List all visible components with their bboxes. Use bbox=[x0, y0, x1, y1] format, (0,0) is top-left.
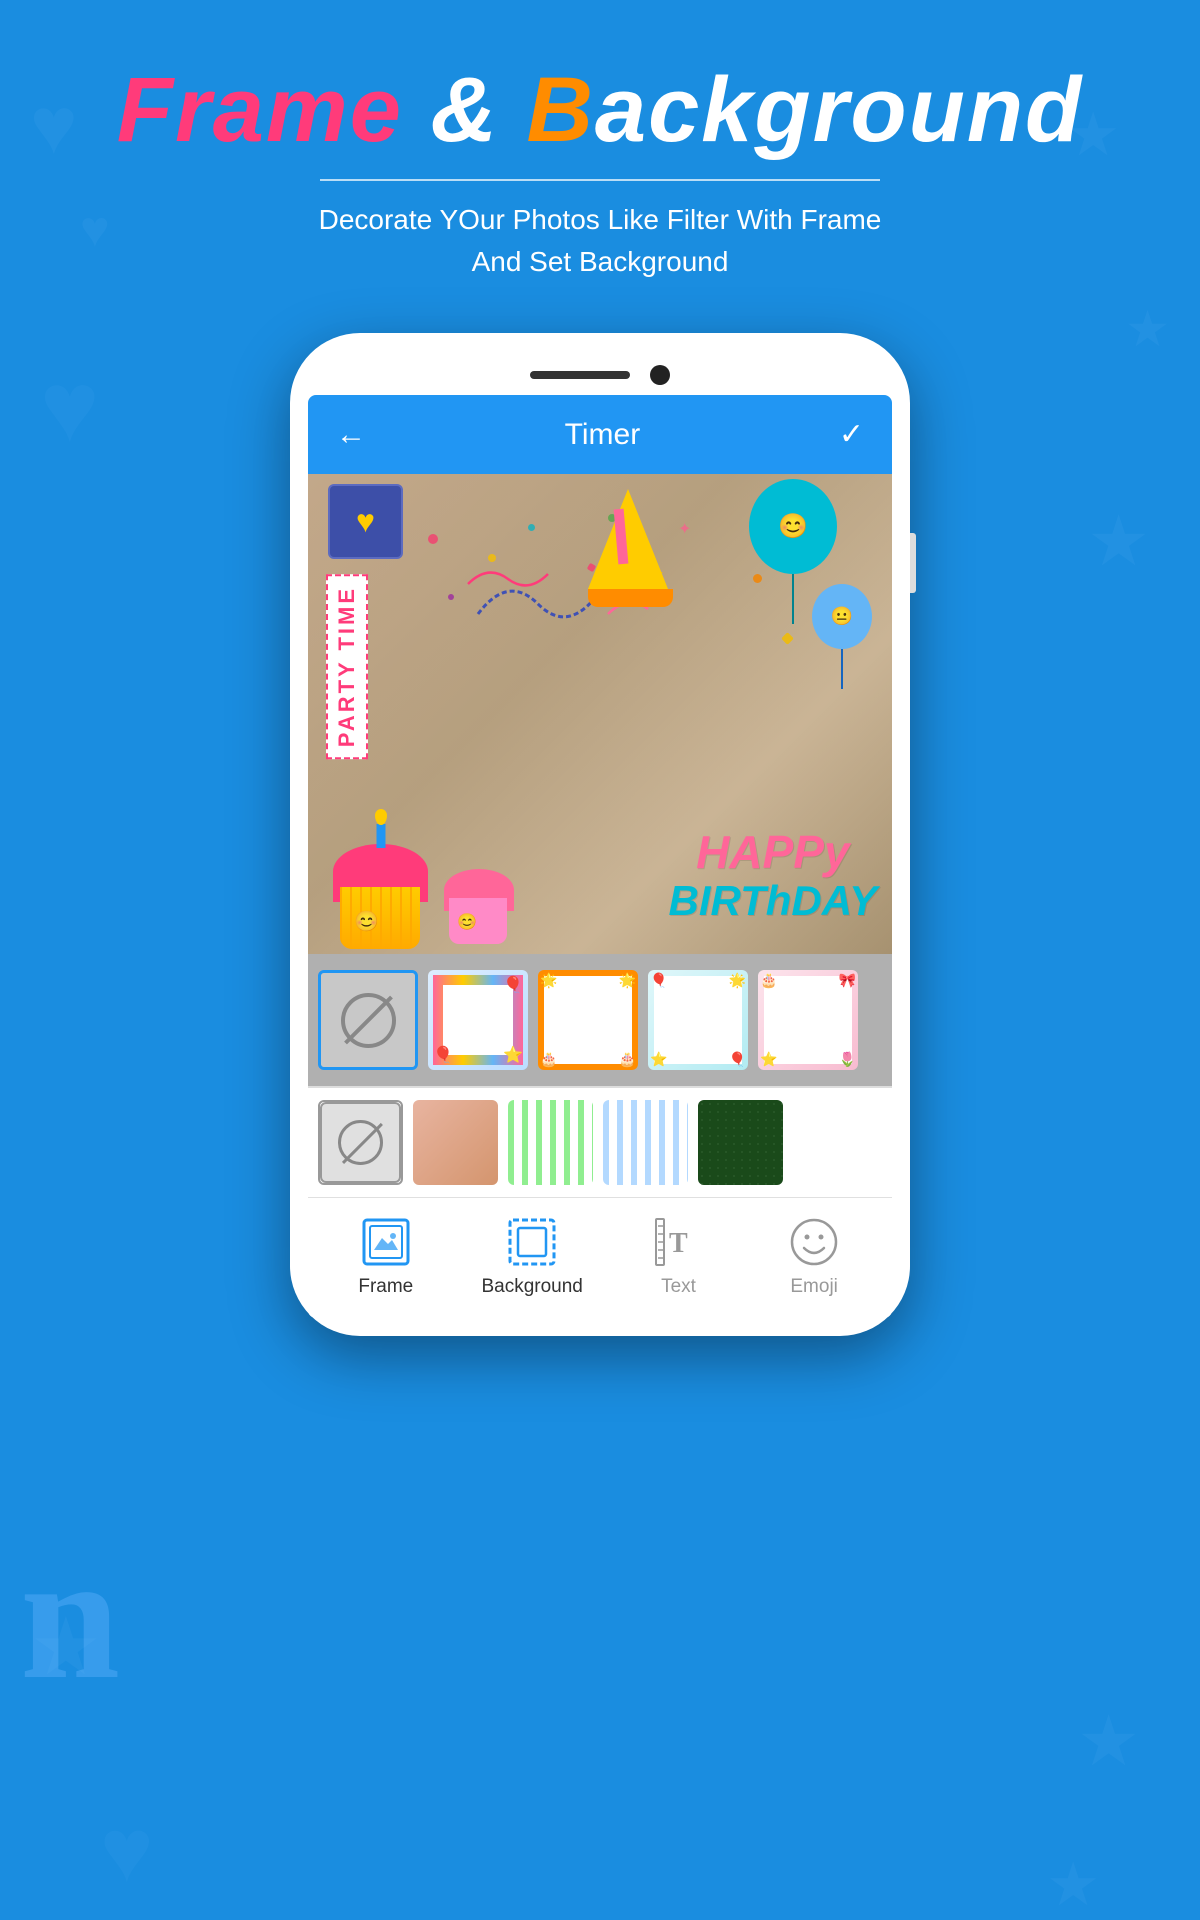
text-tool-icon: T bbox=[653, 1216, 705, 1268]
emoji-tool-icon bbox=[788, 1216, 840, 1268]
app-title: Frame & Background bbox=[0, 60, 1200, 161]
phone-camera bbox=[650, 365, 670, 385]
phone-body: ← Timer ✓ bbox=[290, 333, 910, 1336]
screen-title: Timer bbox=[565, 418, 641, 452]
watermark-decoration: n bbox=[20, 1513, 120, 1720]
subtitle-divider bbox=[320, 179, 880, 181]
tool-background[interactable]: Background bbox=[481, 1216, 582, 1298]
tool-text[interactable]: T Text bbox=[639, 1216, 719, 1298]
title-frame: Frame bbox=[117, 59, 403, 161]
confirm-button[interactable]: ✓ bbox=[839, 417, 864, 452]
text-tool-label: Text bbox=[661, 1276, 696, 1298]
bottom-toolbar: Frame Background bbox=[308, 1197, 892, 1318]
no-bg-prohibited-icon bbox=[338, 1120, 383, 1165]
svg-text:T: T bbox=[669, 1228, 688, 1259]
photo-area[interactable]: ♥ 😊 😐 bbox=[308, 474, 892, 954]
bg-item-blue-stripes[interactable] bbox=[603, 1100, 688, 1185]
no-frame-icon bbox=[321, 973, 415, 1067]
blue-stripes-preview bbox=[603, 1100, 688, 1185]
phone-screen: ← Timer ✓ bbox=[308, 395, 892, 1318]
bg-item-dark-green[interactable] bbox=[698, 1100, 783, 1185]
frame-item-2[interactable]: 🌟 🌟 🎂 🎂 bbox=[538, 970, 638, 1070]
frame-item-1[interactable]: 🎈 🎈 ⭐ bbox=[428, 970, 528, 1070]
green-stripes-preview bbox=[508, 1100, 593, 1185]
header-section: Frame & Background Decorate YOur Photos … bbox=[0, 0, 1200, 303]
dark-green-preview bbox=[698, 1100, 783, 1185]
background-selector bbox=[308, 1088, 892, 1197]
tool-frame[interactable]: Frame bbox=[346, 1216, 426, 1298]
background-tool-label: Background bbox=[481, 1276, 582, 1298]
peach-background-preview bbox=[413, 1100, 498, 1185]
frame-tool-icon bbox=[360, 1216, 412, 1268]
frame-selector: 🎈 🎈 ⭐ 🌟 🌟 🎂 🎂 bbox=[308, 954, 892, 1086]
bg-item-green-stripes[interactable] bbox=[508, 1100, 593, 1185]
frame-item-none[interactable] bbox=[318, 970, 418, 1070]
phone-speaker bbox=[530, 371, 630, 379]
app-bar: ← Timer ✓ bbox=[308, 395, 892, 474]
back-button[interactable]: ← bbox=[336, 418, 366, 452]
frame-item-3[interactable]: 🎈 🌟 ⭐ 🎈 bbox=[648, 970, 748, 1070]
phone-top-bar bbox=[308, 351, 892, 395]
title-and: & bbox=[403, 59, 527, 161]
phone-side-button bbox=[910, 533, 916, 593]
emoji-tool-label: Emoji bbox=[790, 1276, 838, 1298]
frame-tool-label: Frame bbox=[358, 1276, 413, 1298]
background-tool-icon bbox=[506, 1216, 558, 1268]
subtitle: Decorate YOur Photos Like Filter With Fr… bbox=[0, 199, 1200, 283]
title-b: B bbox=[526, 59, 594, 161]
title-background-text: ackground bbox=[595, 59, 1083, 161]
bg-item-none[interactable] bbox=[318, 1100, 403, 1185]
frame-item-4[interactable]: 🎂 🎀 ⭐ 🌷 bbox=[758, 970, 858, 1070]
bg-item-peach[interactable] bbox=[413, 1100, 498, 1185]
no-background-icon bbox=[320, 1102, 401, 1183]
prohibited-icon bbox=[341, 993, 396, 1048]
tool-emoji[interactable]: Emoji bbox=[774, 1216, 854, 1298]
phone-mockup: ← Timer ✓ bbox=[0, 333, 1200, 1336]
